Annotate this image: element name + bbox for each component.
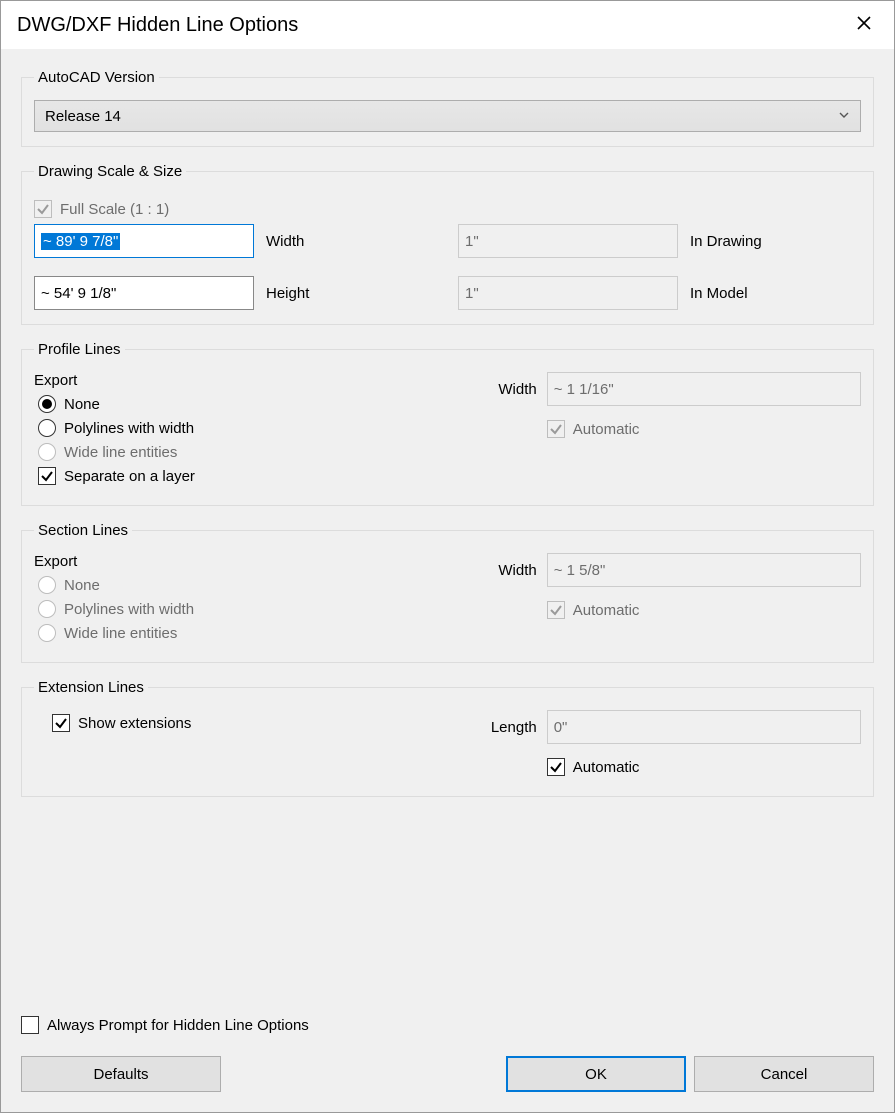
section-automatic-checkbox: Automatic xyxy=(547,601,861,619)
radio-icon xyxy=(38,600,56,618)
in-drawing-label: In Drawing xyxy=(690,233,820,250)
profile-export-wide-label: Wide line entities xyxy=(64,444,177,461)
group-section-lines-legend: Section Lines xyxy=(34,522,132,539)
dialog-content: AutoCAD Version Release 14 Drawing Scale… xyxy=(1,49,894,1112)
autocad-version-value: Release 14 xyxy=(45,108,121,125)
checkbox-icon xyxy=(52,714,70,732)
checkbox-icon xyxy=(547,601,565,619)
always-prompt-checkbox[interactable]: Always Prompt for Hidden Line Options xyxy=(21,1016,874,1034)
group-extension-lines: Extension Lines Show extensions Length 0… xyxy=(21,679,874,797)
extension-automatic-label: Automatic xyxy=(573,759,640,776)
profile-width-value: ~ 1 1/16" xyxy=(554,381,614,398)
radio-icon xyxy=(38,395,56,413)
section-width-input: ~ 1 5/8" xyxy=(547,553,861,587)
in-model-value: 1" xyxy=(465,285,479,302)
drawing-height-input[interactable]: ~ 54' 9 1/8" xyxy=(34,276,254,310)
in-model-input: 1" xyxy=(458,276,678,310)
profile-automatic-label: Automatic xyxy=(573,421,640,438)
chevron-down-icon xyxy=(838,108,850,125)
group-section-lines: Section Lines Export None Polylines with… xyxy=(21,522,874,663)
height-label: Height xyxy=(266,285,446,302)
profile-separate-layer-label: Separate on a layer xyxy=(64,468,195,485)
drawing-width-value: ~ 89' 9 7/8" xyxy=(41,233,120,250)
show-extensions-label: Show extensions xyxy=(78,715,191,732)
scale-row-height: ~ 54' 9 1/8" Height 1" In Model xyxy=(34,276,861,310)
show-extensions-checkbox[interactable]: Show extensions xyxy=(52,714,457,732)
in-drawing-value: 1" xyxy=(465,233,479,250)
extension-length-input: 0" xyxy=(547,710,861,744)
section-width-label: Width xyxy=(477,562,537,579)
in-drawing-input: 1" xyxy=(458,224,678,258)
radio-icon xyxy=(38,443,56,461)
profile-width-input: ~ 1 1/16" xyxy=(547,372,861,406)
checkbox-icon xyxy=(38,467,56,485)
section-export-wide-label: Wide line entities xyxy=(64,625,177,642)
section-export-polylines-radio: Polylines with width xyxy=(38,600,457,618)
extension-automatic-checkbox[interactable]: Automatic xyxy=(547,758,861,776)
section-automatic-label: Automatic xyxy=(573,602,640,619)
profile-export-wide-radio: Wide line entities xyxy=(38,443,457,461)
always-prompt-label: Always Prompt for Hidden Line Options xyxy=(47,1017,309,1034)
group-autocad-version-legend: AutoCAD Version xyxy=(34,69,159,86)
ok-button-label: OK xyxy=(585,1066,607,1083)
extension-length-label: Length xyxy=(477,719,537,736)
profile-export-none-label: None xyxy=(64,396,100,413)
group-extension-lines-legend: Extension Lines xyxy=(34,679,148,696)
dialog-title: DWG/DXF Hidden Line Options xyxy=(17,14,298,37)
section-export-none-radio: None xyxy=(38,576,457,594)
full-scale-label: Full Scale (1 : 1) xyxy=(60,201,169,218)
group-drawing-scale: Drawing Scale & Size Full Scale (1 : 1) … xyxy=(21,163,874,325)
profile-automatic-checkbox: Automatic xyxy=(547,420,861,438)
radio-icon xyxy=(38,576,56,594)
extension-length-value: 0" xyxy=(554,719,568,736)
drawing-height-value: ~ 54' 9 1/8" xyxy=(41,285,116,302)
cancel-button-label: Cancel xyxy=(761,1066,808,1083)
group-drawing-scale-legend: Drawing Scale & Size xyxy=(34,163,186,180)
checkbox-icon xyxy=(21,1016,39,1034)
checkbox-icon xyxy=(547,758,565,776)
checkbox-icon xyxy=(34,200,52,218)
titlebar: DWG/DXF Hidden Line Options xyxy=(1,1,894,49)
section-export-polylines-label: Polylines with width xyxy=(64,601,194,618)
profile-export-polylines-radio[interactable]: Polylines with width xyxy=(38,419,457,437)
close-button[interactable] xyxy=(850,11,878,39)
in-model-label: In Model xyxy=(690,285,820,302)
group-profile-lines-legend: Profile Lines xyxy=(34,341,125,358)
radio-icon xyxy=(38,624,56,642)
profile-width-label: Width xyxy=(477,381,537,398)
section-export-label: Export xyxy=(34,553,457,570)
ok-button[interactable]: OK xyxy=(506,1056,686,1092)
scale-row-width: ~ 89' 9 7/8" Width 1" In Drawing xyxy=(34,224,861,258)
profile-export-none-radio[interactable]: None xyxy=(38,395,457,413)
radio-icon xyxy=(38,419,56,437)
defaults-button-label: Defaults xyxy=(93,1066,148,1083)
width-label: Width xyxy=(266,233,446,250)
spacer xyxy=(229,1056,498,1092)
full-scale-checkbox: Full Scale (1 : 1) xyxy=(34,200,861,218)
defaults-button[interactable]: Defaults xyxy=(21,1056,221,1092)
autocad-version-select[interactable]: Release 14 xyxy=(34,100,861,132)
profile-separate-layer-checkbox[interactable]: Separate on a layer xyxy=(38,467,457,485)
cancel-button[interactable]: Cancel xyxy=(694,1056,874,1092)
profile-export-label: Export xyxy=(34,372,457,389)
dialog-window: DWG/DXF Hidden Line Options AutoCAD Vers… xyxy=(0,0,895,1113)
group-autocad-version: AutoCAD Version Release 14 xyxy=(21,69,874,147)
drawing-width-input[interactable]: ~ 89' 9 7/8" xyxy=(34,224,254,258)
section-width-value: ~ 1 5/8" xyxy=(554,562,606,579)
profile-export-polylines-label: Polylines with width xyxy=(64,420,194,437)
checkbox-icon xyxy=(547,420,565,438)
group-profile-lines: Profile Lines Export None Polylines with… xyxy=(21,341,874,506)
close-icon xyxy=(856,14,872,37)
section-export-none-label: None xyxy=(64,577,100,594)
section-export-wide-radio: Wide line entities xyxy=(38,624,457,642)
